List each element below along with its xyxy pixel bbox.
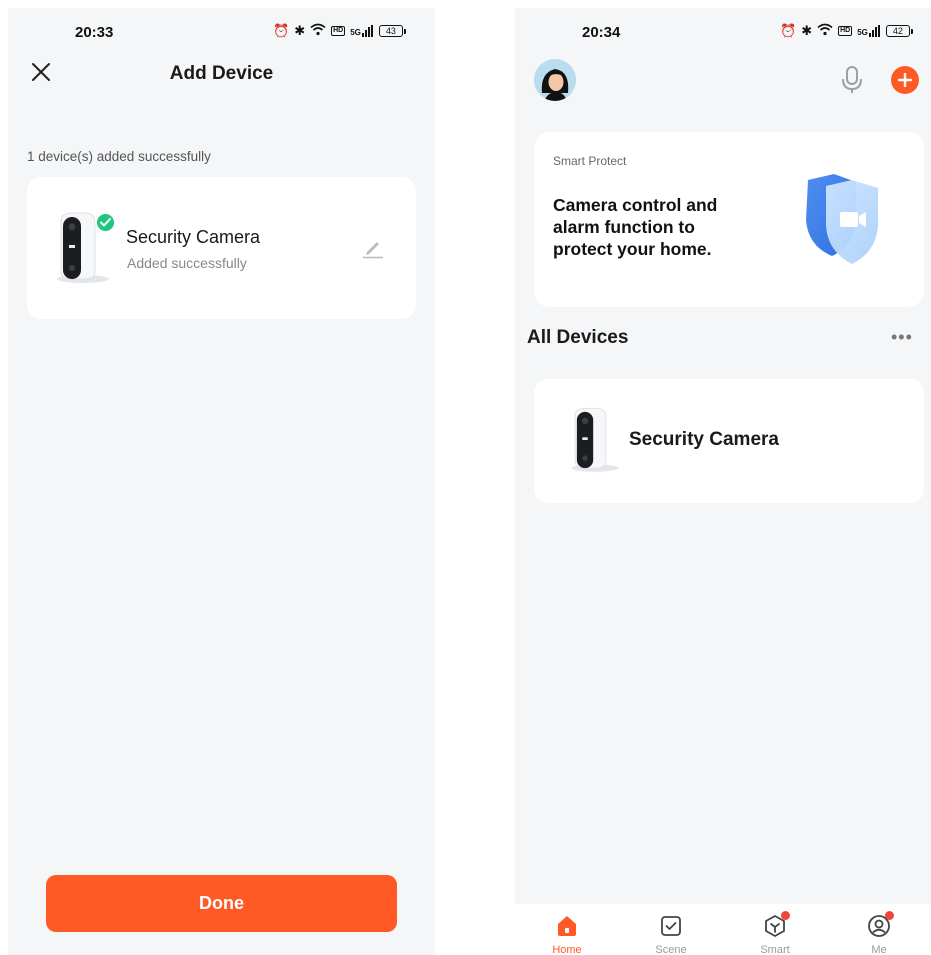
status-bar: 20:34 ⏰ ✱ HD 5G 42 xyxy=(515,8,931,58)
success-check-icon xyxy=(95,212,116,233)
edit-pencil-icon[interactable] xyxy=(361,235,385,259)
wifi-icon xyxy=(310,23,326,39)
more-options-icon[interactable]: ••• xyxy=(891,328,917,346)
bottom-tab-bar: Home Scene Smart Me xyxy=(515,904,931,955)
tab-label: Home xyxy=(552,944,582,955)
done-button[interactable]: Done xyxy=(46,875,397,932)
success-summary-text: 1 device(s) added successfully xyxy=(27,149,211,164)
hd-icon: HD xyxy=(331,26,346,36)
microphone-icon[interactable] xyxy=(840,65,864,95)
notification-dot xyxy=(885,911,894,920)
device-name: Security Camera xyxy=(629,429,779,450)
smart-protect-card[interactable]: Smart Protect Camera control and alarm f… xyxy=(534,132,924,307)
network-type: 5G xyxy=(350,28,361,37)
me-icon xyxy=(866,911,894,939)
avatar[interactable] xyxy=(534,59,576,101)
hd-icon: HD xyxy=(838,26,853,36)
promo-label: Smart Protect xyxy=(553,154,627,168)
scene-icon xyxy=(658,913,684,939)
status-bar: 20:33 ⏰ ✱ HD 5G 43 xyxy=(8,8,435,58)
camera-image xyxy=(566,406,624,474)
home-icon xyxy=(554,913,580,939)
tab-me[interactable]: Me xyxy=(827,904,931,955)
cellular-signal-icon: 5G xyxy=(350,25,374,37)
status-icons: ⏰ ✱ HD 5G 42 xyxy=(780,23,913,39)
wifi-icon xyxy=(817,23,833,39)
alarm-icon: ⏰ xyxy=(780,23,797,38)
device-name: Security Camera xyxy=(126,227,261,247)
notification-dot xyxy=(781,911,790,920)
battery-level: 43 xyxy=(378,25,403,37)
battery-icon: 43 xyxy=(378,25,406,37)
tab-home[interactable]: Home xyxy=(515,904,619,955)
tab-label: Smart xyxy=(760,944,790,955)
battery-icon: 42 xyxy=(885,25,913,37)
battery-level: 42 xyxy=(885,25,910,37)
alarm-icon: ⏰ xyxy=(273,23,290,38)
tab-label: Scene xyxy=(655,944,687,955)
home-screen: 20:34 ⏰ ✱ HD 5G 42 Smart Protect Camera … xyxy=(515,8,931,955)
network-type: 5G xyxy=(857,28,868,37)
promo-text: Camera control and alarm function to pro… xyxy=(553,195,718,259)
add-device-screen: 20:33 ⏰ ✱ HD 5G 43 Add Device 1 device(s… xyxy=(8,8,435,955)
added-device-card: Security Camera Added successfully xyxy=(27,177,416,319)
bluetooth-icon: ✱ xyxy=(801,23,813,38)
device-status: Added successfully xyxy=(127,255,247,271)
section-title: All Devices xyxy=(527,327,629,348)
cellular-signal-icon: 5G xyxy=(857,25,881,37)
device-card[interactable]: Security Camera xyxy=(534,379,924,503)
tab-scene[interactable]: Scene xyxy=(619,904,723,955)
status-time: 20:34 xyxy=(582,24,621,41)
status-icons: ⏰ ✱ HD 5G 43 xyxy=(273,23,406,39)
status-time: 20:33 xyxy=(75,24,114,41)
add-device-icon[interactable] xyxy=(891,66,919,94)
page-title: Add Device xyxy=(169,63,274,84)
shield-camera-icon xyxy=(786,172,886,272)
smart-icon xyxy=(762,911,790,939)
bluetooth-icon: ✱ xyxy=(294,23,306,38)
tab-smart[interactable]: Smart xyxy=(723,904,827,955)
tab-label: Me xyxy=(871,944,887,955)
